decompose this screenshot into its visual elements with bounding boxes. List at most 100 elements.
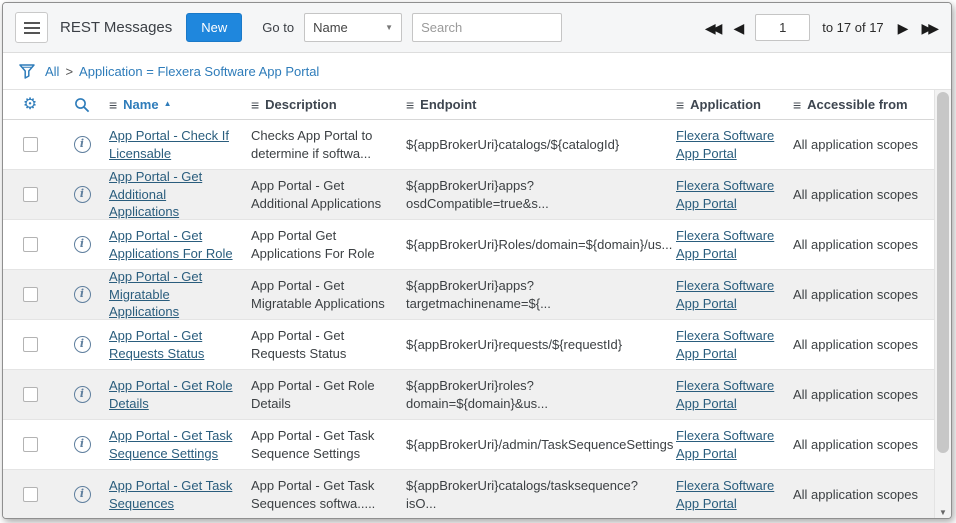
column-search-icon[interactable]	[74, 97, 90, 113]
breadcrumb-condition-link[interactable]: Application = Flexera Software App Porta…	[79, 64, 319, 79]
column-menu-icon[interactable]: ≡	[793, 97, 801, 113]
record-name-link[interactable]: App Portal - Get Requests Status	[109, 327, 239, 362]
column-header-description[interactable]: Description	[265, 97, 337, 112]
column-header-name[interactable]: Name	[123, 97, 158, 112]
column-header-endpoint[interactable]: Endpoint	[420, 97, 476, 112]
endpoint-cell: ${appBrokerUri}catalogs/tasksequence?isO…	[404, 470, 674, 519]
description-cell: App Portal - Get Task Sequence Settings	[249, 420, 404, 469]
info-icon[interactable]: i	[74, 136, 91, 153]
application-link[interactable]: Flexera Software App Portal	[676, 177, 781, 212]
page-number-input[interactable]	[755, 14, 810, 41]
accessible-from-cell: All application scopes	[791, 470, 934, 519]
accessible-from-cell: All application scopes	[791, 270, 934, 319]
description-cell: App Portal - Get Role Details	[249, 370, 404, 419]
list-title: REST Messages	[60, 19, 172, 36]
record-name-link[interactable]: App Portal - Get Applications For Role	[109, 227, 239, 262]
table-row: i App Portal - Get Task Sequence Setting…	[3, 420, 934, 470]
breadcrumb-all-link[interactable]: All	[45, 64, 59, 79]
accessible-from-cell: All application scopes	[791, 420, 934, 469]
column-menu-icon[interactable]: ≡	[676, 97, 684, 113]
info-icon[interactable]: i	[74, 486, 91, 503]
table-row: i App Portal - Check If Licensable Check…	[3, 120, 934, 170]
record-name-link[interactable]: App Portal - Get Additional Applications	[109, 170, 239, 219]
info-icon[interactable]: i	[74, 386, 91, 403]
first-page-button[interactable]: ◀◀	[703, 19, 723, 37]
breadcrumb-row: All > Application = Flexera Software App…	[3, 53, 951, 90]
scrollbar-thumb[interactable]	[937, 92, 949, 453]
info-icon[interactable]: i	[74, 286, 91, 303]
application-link[interactable]: Flexera Software App Portal	[676, 277, 781, 312]
breadcrumb-separator: >	[65, 64, 73, 79]
pagination-range-text: to 17 of 17	[822, 20, 883, 35]
application-link[interactable]: Flexera Software App Portal	[676, 227, 781, 262]
next-page-button[interactable]: ▶	[896, 19, 911, 37]
record-name-link[interactable]: App Portal - Check If Licensable	[109, 127, 239, 162]
application-link[interactable]: Flexera Software App Portal	[676, 427, 781, 462]
accessible-from-cell: All application scopes	[791, 320, 934, 369]
application-link[interactable]: Flexera Software App Portal	[676, 377, 781, 412]
endpoint-cell: ${appBrokerUri}Roles/domain=${domain}/us…	[404, 220, 674, 269]
last-page-button[interactable]: ▶▶	[919, 19, 939, 37]
list-search-input[interactable]	[412, 13, 562, 42]
application-link[interactable]: Flexera Software App Portal	[676, 327, 781, 362]
info-icon[interactable]: i	[74, 236, 91, 253]
goto-selected-value: Name	[313, 20, 348, 35]
previous-page-button[interactable]: ◀	[731, 19, 746, 37]
new-button[interactable]: New	[186, 13, 242, 42]
application-link[interactable]: Flexera Software App Portal	[676, 127, 781, 162]
row-checkbox[interactable]	[23, 337, 38, 352]
info-icon[interactable]: i	[74, 436, 91, 453]
sort-ascending-icon: ▲	[164, 99, 172, 108]
info-icon[interactable]: i	[74, 336, 91, 353]
pagination-controls: ◀◀ ◀ to 17 of 17 ▶ ▶▶	[703, 14, 939, 41]
table-row: i App Portal - Get Task Sequences App Po…	[3, 470, 934, 519]
column-header-application[interactable]: Application	[690, 97, 761, 112]
list-table-area: ⚙ ≡ Name ▲ ≡ Description ≡	[3, 90, 951, 519]
filter-funnel-icon[interactable]	[18, 63, 36, 79]
column-menu-icon[interactable]: ≡	[251, 97, 259, 113]
record-name-link[interactable]: App Portal - Get Task Sequence Settings	[109, 427, 239, 462]
goto-label: Go to	[262, 20, 294, 35]
endpoint-cell: ${appBrokerUri}roles?domain=${domain}&us…	[404, 370, 674, 419]
table-row: i App Portal - Get Migratable Applicatio…	[3, 270, 934, 320]
accessible-from-cell: All application scopes	[791, 120, 934, 169]
table-row: i App Portal - Get Additional Applicatio…	[3, 170, 934, 220]
table-row: i App Portal - Get Applications For Role…	[3, 220, 934, 270]
endpoint-cell: ${appBrokerUri}apps?osdCompatible=true&s…	[404, 170, 674, 219]
table-header-row: ⚙ ≡ Name ▲ ≡ Description ≡	[3, 90, 934, 120]
application-link[interactable]: Flexera Software App Portal	[676, 477, 781, 512]
row-checkbox[interactable]	[23, 287, 38, 302]
accessible-from-cell: All application scopes	[791, 170, 934, 219]
row-checkbox[interactable]	[23, 487, 38, 502]
description-cell: App Portal - Get Migratable Applications	[249, 270, 404, 319]
row-checkbox[interactable]	[23, 387, 38, 402]
personalize-list-gear-icon[interactable]: ⚙	[23, 97, 37, 113]
row-checkbox[interactable]	[23, 187, 38, 202]
scroll-down-button[interactable]: ▼	[935, 504, 951, 519]
endpoint-cell: ${appBrokerUri}apps?targetmachinename=${…	[404, 270, 674, 319]
row-checkbox[interactable]	[23, 137, 38, 152]
column-menu-icon[interactable]: ≡	[406, 97, 414, 113]
row-checkbox[interactable]	[23, 237, 38, 252]
table-body: i App Portal - Check If Licensable Check…	[3, 120, 934, 519]
accessible-from-cell: All application scopes	[791, 370, 934, 419]
row-checkbox[interactable]	[23, 437, 38, 452]
description-cell: App Portal - Get Task Sequences softwa..…	[249, 470, 404, 519]
record-name-link[interactable]: App Portal - Get Task Sequences	[109, 477, 239, 512]
column-header-accessible-from[interactable]: Accessible from	[807, 97, 907, 112]
description-cell: App Portal - Get Additional Applications	[249, 170, 404, 219]
accessible-from-cell: All application scopes	[791, 220, 934, 269]
list-context-menu-button[interactable]	[15, 12, 48, 43]
description-cell: Checks App Portal to determine if softwa…	[249, 120, 404, 169]
chevron-down-icon: ▼	[385, 23, 393, 32]
table-row: i App Portal - Get Requests Status App P…	[3, 320, 934, 370]
endpoint-cell: ${appBrokerUri}requests/${requestId}	[404, 320, 674, 369]
record-name-link[interactable]: App Portal - Get Role Details	[109, 377, 239, 412]
table-row: i App Portal - Get Role Details App Port…	[3, 370, 934, 420]
goto-field-select[interactable]: Name ▼	[304, 13, 402, 42]
info-icon[interactable]: i	[74, 186, 91, 203]
description-cell: App Portal - Get Requests Status	[249, 320, 404, 369]
record-name-link[interactable]: App Portal - Get Migratable Applications	[109, 270, 239, 319]
column-menu-icon[interactable]: ≡	[109, 97, 117, 113]
vertical-scrollbar[interactable]: ▼	[934, 90, 951, 519]
